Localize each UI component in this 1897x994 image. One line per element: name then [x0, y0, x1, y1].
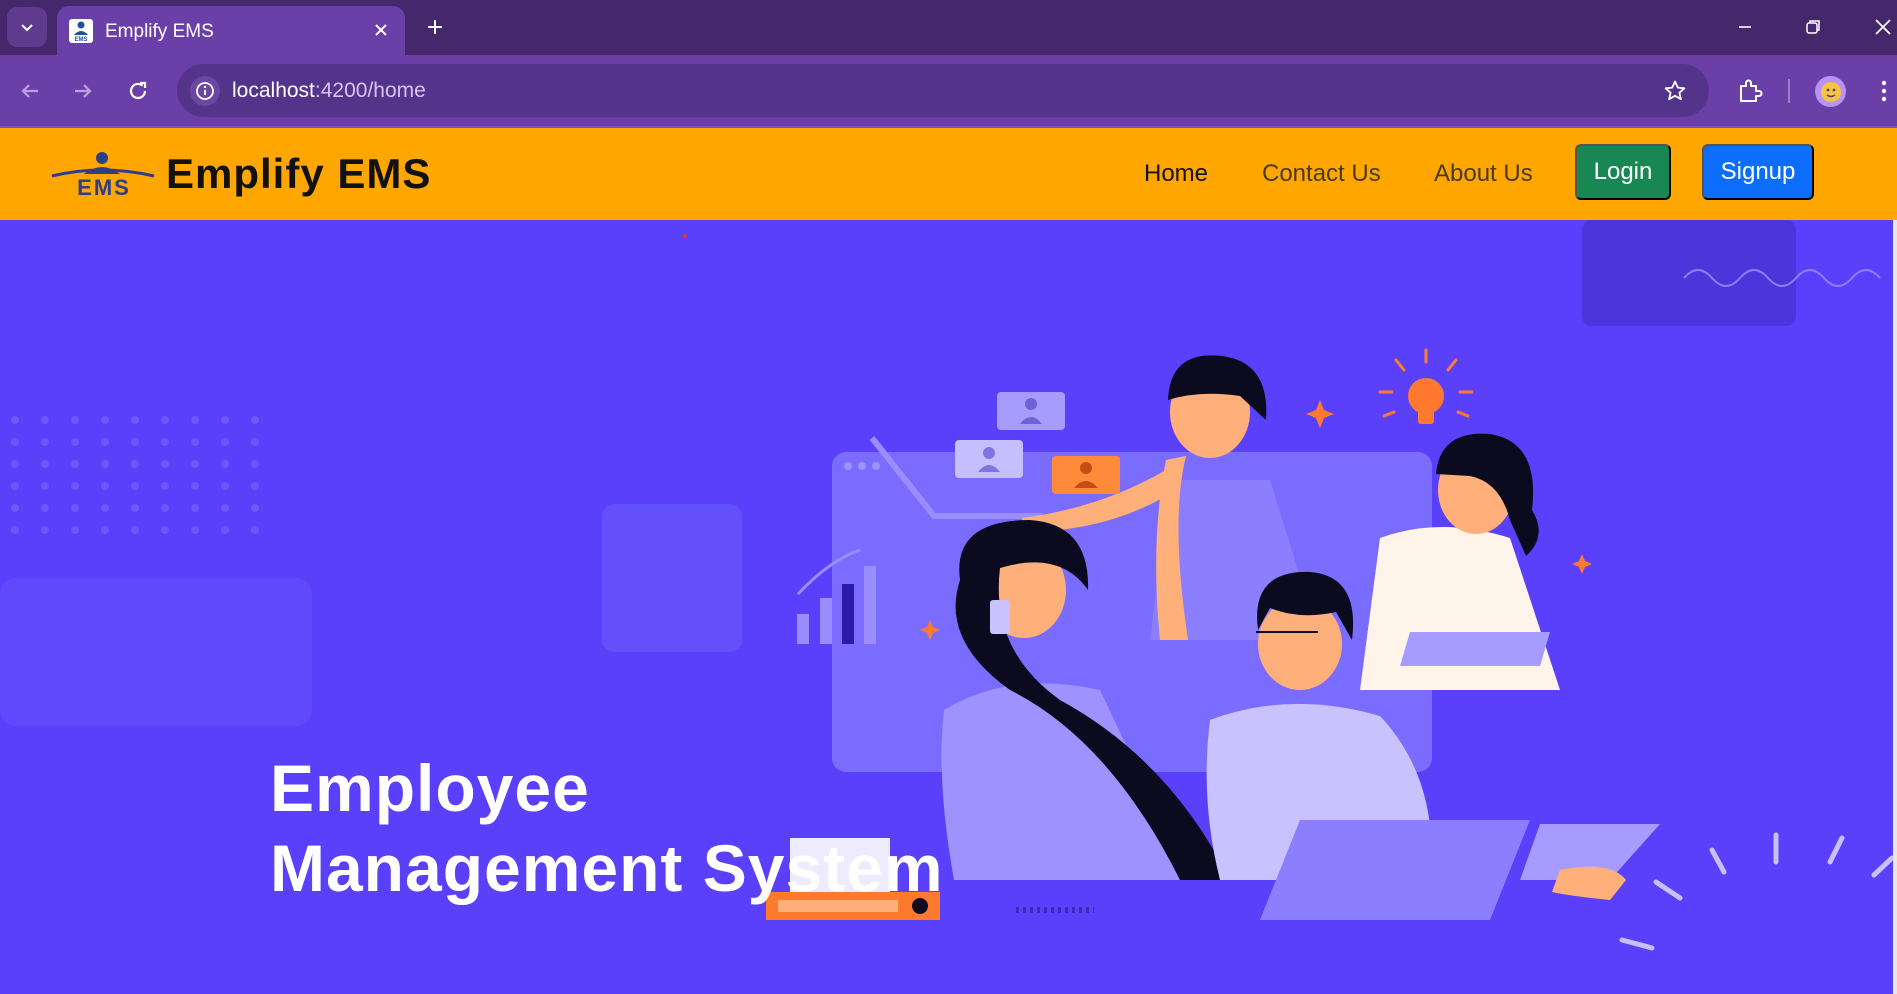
page-scrollbar[interactable]	[1893, 220, 1897, 994]
close-icon	[1875, 19, 1891, 35]
restore-button[interactable]	[1796, 10, 1830, 44]
browser-toolbar: localhost:4200/home	[0, 55, 1897, 126]
plus-icon	[428, 20, 442, 34]
minimize-button[interactable]	[1728, 10, 1762, 44]
hero-title-line2: Management System	[270, 831, 944, 905]
favicon-icon: EMS	[69, 19, 93, 43]
url-text: localhost:4200/home	[232, 79, 426, 103]
bookmark-star-icon[interactable]	[1661, 77, 1689, 105]
hero-title-line1: Employee	[270, 751, 590, 825]
page-viewport: EMS Emplify EMS Home Contact Us About Us…	[0, 128, 1897, 994]
nav-link-contact-us[interactable]: Contact Us	[1262, 160, 1381, 188]
new-tab-button[interactable]	[420, 12, 450, 42]
restore-icon	[1806, 20, 1820, 34]
reload-icon	[129, 81, 147, 100]
arrow-left-icon	[21, 84, 38, 98]
arrow-right-icon	[75, 84, 92, 98]
browser-tab[interactable]: EMS Emplify EMS	[57, 6, 405, 55]
nav-link-home[interactable]: Home	[1144, 160, 1208, 188]
nav-link-about-us[interactable]: About Us	[1434, 160, 1533, 188]
profile-avatar[interactable]	[1815, 76, 1846, 107]
toolbar-separator	[1788, 79, 1790, 103]
chevron-down-icon	[21, 24, 33, 32]
brand-logo-icon: EMS	[51, 152, 155, 198]
lightbulb-icon	[1378, 348, 1474, 424]
site-info-icon[interactable]	[190, 76, 220, 106]
signup-button[interactable]: Signup	[1702, 144, 1814, 200]
hero-title: Employee Management System	[270, 748, 944, 908]
puzzle-icon	[1740, 79, 1763, 102]
forward-button[interactable]	[65, 73, 101, 109]
close-window-button[interactable]	[1866, 10, 1897, 44]
browser-menu-button[interactable]	[1866, 73, 1897, 109]
tab-close-icon[interactable]	[369, 18, 393, 42]
tab-title: Emplify EMS	[105, 21, 214, 42]
dot-decoration	[683, 234, 687, 238]
address-bar[interactable]: localhost:4200/home	[177, 64, 1709, 117]
svg-text:EMS: EMS	[74, 37, 87, 43]
avatar-icon	[1820, 81, 1841, 102]
back-button[interactable]	[12, 73, 48, 109]
burst-decoration	[1619, 832, 1895, 951]
more-vert-icon	[1881, 80, 1887, 102]
minimize-icon	[1739, 26, 1751, 28]
brand-name[interactable]: Emplify EMS	[166, 150, 431, 198]
extensions-button[interactable]	[1732, 73, 1768, 109]
site-navbar: EMS Emplify EMS Home Contact Us About Us…	[0, 128, 1897, 220]
tab-search-button[interactable]	[7, 7, 47, 47]
browser-tabstrip: EMS Emplify EMS	[0, 0, 1897, 55]
url-host: localhost	[232, 79, 315, 102]
login-button[interactable]: Login	[1575, 144, 1671, 200]
bg-panel-mid	[602, 504, 742, 652]
url-path: :4200/home	[314, 79, 426, 102]
bg-panel-left	[0, 578, 312, 726]
reload-button[interactable]	[120, 73, 156, 109]
svg-text:EMS: EMS	[77, 175, 131, 198]
dot-grid-decoration	[11, 416, 259, 534]
